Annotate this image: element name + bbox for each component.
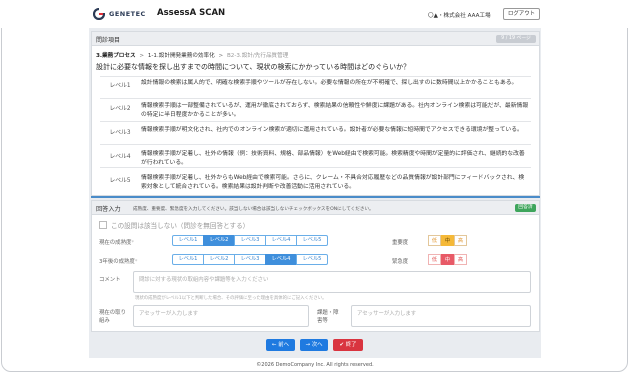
level-label: レベル5 [109,178,131,184]
not-applicable-row[interactable]: この設問は該当しない（問診を無回答とする） [99,220,249,230]
current-level-5-button[interactable]: レベル5 [296,235,328,246]
level-row-2: レベル2 情報検索手順は一部整備されているが、運用が徹底されておらず、検索結果の… [100,98,531,121]
urgency-high-button[interactable]: 高 [454,254,467,265]
importance-selector[interactable]: 低 中 高 [428,235,467,246]
level-description: 設計情報の検索は属人的で、明確な検索手順やツールが存在しない。必要な情報の所在が… [141,80,518,86]
required-mark: * [131,240,135,246]
current-maturity-selector[interactable]: レベル1 レベル2 レベル3 レベル4 レベル5 [172,235,328,246]
issue-label: 課題・障害等 [317,310,339,324]
future-level-1-button[interactable]: レベル1 [172,254,204,265]
comment-textarea[interactable]: 問診に対する現状の取組内容や課題等を入力ください [133,271,531,293]
current-initiative-label: 現在の取り組み [99,310,126,324]
future-level-5-button[interactable]: レベル5 [296,254,328,265]
breadcrumb-item: B2-3.設計/先行品質管理 [226,53,289,59]
future-level-4-button[interactable]: レベル4 [265,254,297,265]
urgency-low-button[interactable]: 低 [428,254,441,265]
importance-label: 重要度 [392,240,409,246]
logout-button[interactable]: ログアウト [503,8,540,20]
app-header: GENETEC AssessA SCAN 〇▲・株式会社 AAA工場 ログアウト [0,0,629,28]
level-label: レベル1 [109,83,131,89]
level-description: 情報検索手順が定着し、社外からもWeb経由で検索可能。さらに、クレーム・不具合対… [141,175,525,190]
level-row-3: レベル3 情報検索手順が明文化され、社内でのオンライン検索が適切に運用されている… [100,121,531,144]
urgency-label: 緊急度 [392,259,409,265]
importance-high-button[interactable]: 高 [454,235,467,246]
current-level-2-button[interactable]: レベル2 [203,235,235,246]
question-text: 設計に必要な情報を探し出すまでの時間について、現状の検索にかかっている時間はどの… [96,63,411,71]
app-title: AssessA SCAN [157,8,226,18]
breadcrumb-separator: > [218,53,224,59]
level-label: レベル3 [109,130,131,136]
required-mark: * [134,259,138,265]
finish-button[interactable]: ✔ 終了 [333,339,363,351]
footer-copyright: ©2026 DemoCompany Inc. All rights reserv… [256,362,374,368]
breadcrumb: 3.業務プロセス > 1-1.設計開発業務の効率化 > B2-3.設計/先行品質… [96,51,288,59]
comment-hint: 現状の成熟度がレベル1以下と判断した場合、その評価に至った理由を具体的にご記入く… [135,296,327,301]
next-button[interactable]: → 次へ [300,339,328,351]
not-applicable-label: この設問は該当しない（問診を無回答とする） [111,222,250,230]
answer-instructions: 成熟度、重要度、緊急度を入力してください。該当しない場合は該当しないチェックボッ… [133,207,374,212]
future-maturity-label: 3年後の成熟度* [99,259,138,265]
level-label: レベル2 [109,106,131,112]
question-panel: 問診項目 9 / 19 ページ 3.業務プロセス > 1-1.設計開発業務の効率… [91,31,540,196]
answered-badge: 回答済 [515,204,536,212]
issue-textarea[interactable]: アセッサーが入力します [351,305,531,327]
urgency-selector[interactable]: 低 中 高 [428,254,467,265]
not-applicable-checkbox[interactable] [99,221,107,229]
importance-mid-button[interactable]: 中 [441,235,454,246]
page-counter-badge: 9 / 19 ページ [496,35,536,43]
company-logo: GENETEC [92,7,146,21]
answer-panel: 回答入力 成熟度、重要度、緊急度を入力してください。該当しない場合は該当しないチ… [91,200,540,332]
level-row-4: レベル4 情報検索手順が定着し、社外の情報（例：技術資料、規格、部品情報）をWe… [100,144,531,167]
future-maturity-selector[interactable]: レベル1 レベル2 レベル3 レベル4 レベル5 [172,254,328,265]
breadcrumb-separator: > [139,53,145,59]
breadcrumb-sub: 1-1.設計開発業務の効率化 [147,53,215,59]
question-panel-header: 問診項目 9 / 19 ページ [92,32,539,46]
current-level-4-button[interactable]: レベル4 [265,235,297,246]
future-level-2-button[interactable]: レベル2 [203,254,235,265]
level-description: 情報検索手順が明文化され、社内でのオンライン検索が適切に運用されている。設計者が… [141,127,523,133]
logo-mark-icon [92,7,106,21]
logo-text: GENETEC [109,10,146,18]
future-level-3-button[interactable]: レベル3 [234,254,266,265]
level-description: 情報検索手順が定着し、社外の情報（例：技術資料、規格、部品情報）をWeb経由で検… [141,151,525,166]
level-row-1: レベル1 設計情報の検索は属人的で、明確な検索手順やツールが存在しない。必要な情… [100,76,531,98]
level-label: レベル4 [109,154,131,160]
question-panel-title: 問診項目 [96,37,121,44]
comment-label: コメント [99,277,121,283]
current-level-1-button[interactable]: レベル1 [172,235,204,246]
section-divider [91,196,540,198]
answer-panel-header: 回答入力 成熟度、重要度、緊急度を入力してください。該当しない場合は該当しないチ… [92,201,539,215]
company-name: 〇▲・株式会社 AAA工場 [428,13,491,19]
current-initiative-textarea[interactable]: アセッサーが入力します [133,305,309,327]
current-level-3-button[interactable]: レベル3 [234,235,266,246]
answer-panel-title: 回答入力 [96,206,121,213]
importance-low-button[interactable]: 低 [428,235,441,246]
level-row-5: レベル5 情報検索手順が定着し、社外からもWeb経由で検索可能。さらに、クレーム… [100,167,531,190]
urgency-mid-button[interactable]: 中 [441,254,454,265]
prev-button[interactable]: ← 前へ [266,339,295,351]
level-description: 情報検索手順は一部整備されているが、運用が徹底されておらず、検索結果の信頼性や鮮… [141,103,529,118]
current-maturity-label: 現在の成熟度* [99,240,135,246]
breadcrumb-process: 3.業務プロセス [96,53,136,59]
